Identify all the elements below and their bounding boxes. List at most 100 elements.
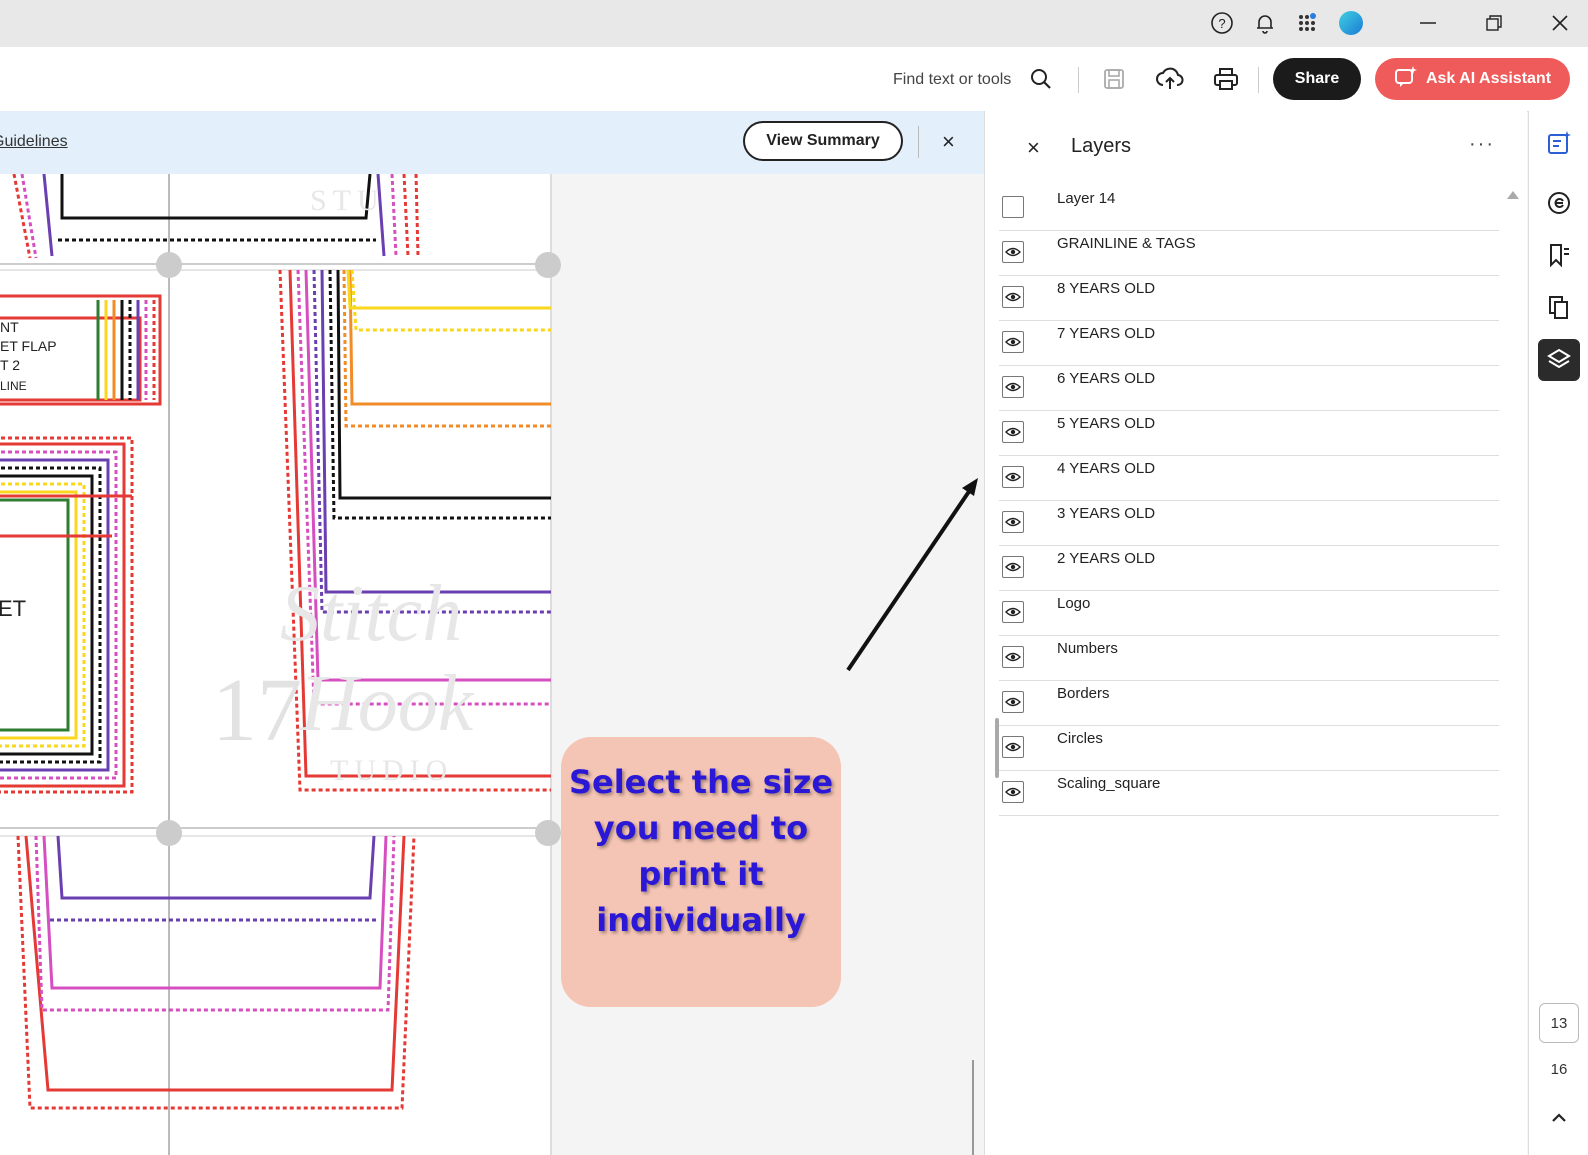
eye-icon[interactable] bbox=[1002, 556, 1024, 578]
layer-name: 5 YEARS OLD bbox=[1057, 415, 1156, 432]
eye-icon[interactable] bbox=[1002, 646, 1024, 668]
svg-text:Stitch: Stitch bbox=[280, 570, 462, 658]
pattern-label-4: LINE bbox=[0, 379, 27, 393]
layer-name: 8 YEARS OLD bbox=[1057, 280, 1156, 297]
print-icon[interactable] bbox=[1210, 63, 1242, 95]
toolbar-divider-2 bbox=[1258, 67, 1259, 93]
comment-icon[interactable] bbox=[1541, 185, 1577, 221]
layers-panel: × Layers ··· Layer 14 GRAINLINE & TAGS 8 Y… bbox=[984, 111, 1527, 1155]
svg-text:STU: STU bbox=[310, 184, 385, 217]
layer-row[interactable]: 4 YEARS OLD bbox=[999, 456, 1499, 501]
layer-row[interactable]: 5 YEARS OLD bbox=[999, 411, 1499, 456]
layer-name: 6 YEARS OLD bbox=[1057, 370, 1156, 387]
layer-row[interactable]: Logo bbox=[999, 591, 1499, 636]
eye-icon[interactable] bbox=[1002, 241, 1024, 263]
document-view[interactable]: 17 Stitch Hook TUDIO STU NT ET FLAP T 2 … bbox=[0, 174, 984, 1155]
instruction-callout: Select the size you need to print it ind… bbox=[561, 737, 841, 1007]
layer-row[interactable]: Circles bbox=[999, 726, 1499, 771]
callout-line-3: print it bbox=[638, 855, 764, 893]
ask-ai-assistant-button[interactable]: Ask AI Assistant bbox=[1375, 58, 1570, 100]
layer-row[interactable]: Numbers bbox=[999, 636, 1499, 681]
layers-close-button[interactable]: × bbox=[1027, 135, 1040, 161]
pattern-label-1: NT bbox=[0, 319, 19, 335]
pattern-label-3: T 2 bbox=[0, 357, 20, 373]
save-icon[interactable] bbox=[1098, 63, 1130, 95]
layer-name: 4 YEARS OLD bbox=[1057, 460, 1156, 477]
layer-name: Numbers bbox=[1057, 640, 1118, 657]
view-summary-button[interactable]: View Summary bbox=[743, 121, 903, 161]
callout-text: Select the size you need to print it ind… bbox=[561, 759, 841, 943]
guidelines-banner: Guidelines View Summary × bbox=[0, 111, 984, 174]
pages-icon[interactable] bbox=[1541, 289, 1577, 325]
eye-icon[interactable] bbox=[1002, 691, 1024, 713]
layer-name: 3 YEARS OLD bbox=[1057, 505, 1156, 522]
layer-row[interactable]: 7 YEARS OLD bbox=[999, 321, 1499, 366]
layer-name: 7 YEARS OLD bbox=[1057, 325, 1156, 342]
total-pages: 16 bbox=[1550, 1061, 1568, 1078]
eye-icon[interactable] bbox=[1002, 376, 1024, 398]
cloud-upload-icon[interactable] bbox=[1154, 63, 1186, 95]
close-icon[interactable] bbox=[1547, 10, 1573, 36]
scroll-up-arrow[interactable] bbox=[1507, 191, 1519, 199]
window-titlebar: ? bbox=[0, 0, 1588, 47]
pattern-label-2: ET FLAP bbox=[0, 338, 57, 354]
pattern-page: 17 Stitch Hook TUDIO STU NT ET FLAP T 2 … bbox=[0, 174, 978, 1155]
layer-row[interactable]: Scaling_square bbox=[999, 771, 1499, 816]
layer-name: Borders bbox=[1057, 685, 1110, 702]
apps-icon[interactable] bbox=[1295, 10, 1321, 36]
callout-line-2: you need to bbox=[593, 809, 809, 847]
layer-name: Layer 14 bbox=[1057, 190, 1116, 207]
minimize-icon[interactable] bbox=[1415, 10, 1441, 36]
layer-name: Scaling_square bbox=[1057, 775, 1161, 792]
top-toolbar: Find text or tools Share Ask AI Assistan… bbox=[0, 47, 1588, 112]
pattern-label-5: ET bbox=[0, 596, 26, 621]
restore-icon[interactable] bbox=[1481, 10, 1507, 36]
eye-icon[interactable] bbox=[1002, 331, 1024, 353]
bookmark-icon[interactable] bbox=[1541, 237, 1577, 273]
eye-icon[interactable] bbox=[1002, 286, 1024, 308]
layers-more-options-button[interactable]: ··· bbox=[1469, 133, 1495, 156]
bell-icon[interactable] bbox=[1252, 10, 1278, 36]
svg-text:?: ? bbox=[1218, 16, 1225, 31]
layer-row[interactable]: 3 YEARS OLD bbox=[999, 501, 1499, 546]
layer-row[interactable]: GRAINLINE & TAGS bbox=[999, 231, 1499, 276]
banner-close-button[interactable]: × bbox=[942, 129, 955, 155]
eye-icon[interactable] bbox=[1002, 736, 1024, 758]
ai-assistant-icon bbox=[1394, 65, 1418, 94]
right-tool-rail: 13 16 bbox=[1528, 111, 1588, 1155]
layer-row[interactable]: Borders bbox=[999, 681, 1499, 726]
toolbar-divider bbox=[1078, 67, 1079, 93]
layer-name: GRAINLINE & TAGS bbox=[1057, 235, 1196, 252]
current-page-input[interactable]: 13 bbox=[1539, 1003, 1579, 1043]
ask-ai-assistant-label: Ask AI Assistant bbox=[1425, 70, 1552, 87]
eye-icon[interactable] bbox=[1002, 466, 1024, 488]
guidelines-link[interactable]: Guidelines bbox=[0, 133, 68, 151]
find-tools-label[interactable]: Find text or tools bbox=[893, 71, 1011, 89]
layer-name: Circles bbox=[1057, 730, 1103, 747]
watermark-number: 17 bbox=[212, 661, 302, 760]
search-icon[interactable] bbox=[1025, 63, 1057, 95]
banner-divider bbox=[918, 126, 919, 158]
ai-edit-icon[interactable] bbox=[1541, 125, 1577, 161]
layers-icon[interactable] bbox=[1538, 339, 1580, 381]
help-icon[interactable]: ? bbox=[1209, 10, 1235, 36]
layer-row[interactable]: 6 YEARS OLD bbox=[999, 366, 1499, 411]
layer-name: Logo bbox=[1057, 595, 1091, 612]
svg-text:TUDIO: TUDIO bbox=[330, 754, 453, 787]
share-button[interactable]: Share bbox=[1273, 58, 1361, 100]
layer-list: Layer 14 GRAINLINE & TAGS 8 YEARS OLD 7 YEA… bbox=[999, 186, 1499, 816]
layers-title: Layers bbox=[1071, 135, 1132, 157]
avatar[interactable] bbox=[1338, 10, 1364, 36]
layer-row[interactable]: Layer 14 bbox=[999, 186, 1499, 231]
eye-icon[interactable] bbox=[1002, 601, 1024, 623]
layer-row[interactable]: 8 YEARS OLD bbox=[999, 276, 1499, 321]
callout-line-4: individually bbox=[596, 901, 806, 939]
layer-visibility-checkbox[interactable] bbox=[1002, 196, 1024, 218]
eye-icon[interactable] bbox=[1002, 511, 1024, 533]
layer-name: 2 YEARS OLD bbox=[1057, 550, 1156, 567]
chevron-up-icon[interactable] bbox=[1549, 1109, 1569, 1130]
layer-row[interactable]: 2 YEARS OLD bbox=[999, 546, 1499, 591]
eye-icon[interactable] bbox=[1002, 421, 1024, 443]
eye-icon[interactable] bbox=[1002, 781, 1024, 803]
svg-text:Hook: Hook bbox=[299, 660, 475, 748]
